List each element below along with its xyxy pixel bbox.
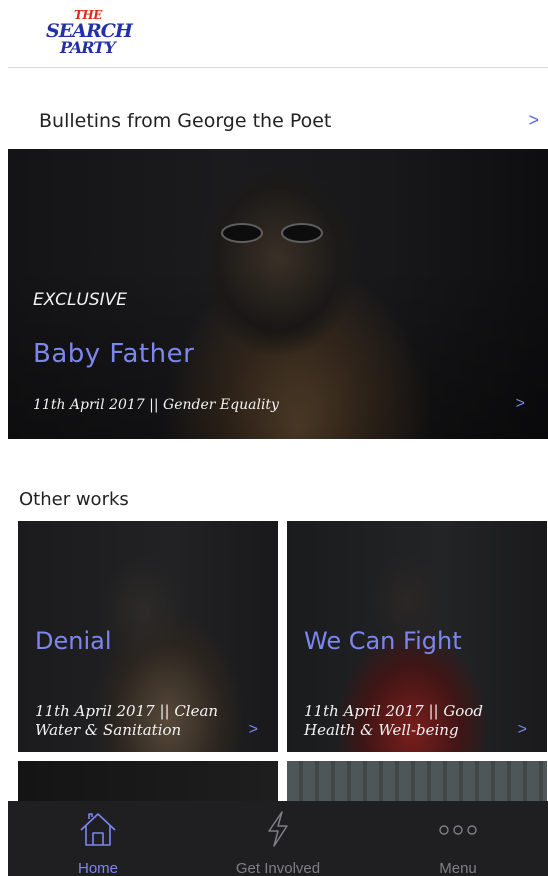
chevron-right-icon[interactable]: > — [528, 110, 539, 131]
work-card-we-can-fight[interactable]: We Can Fight 11th April 2017 || Good Hea… — [287, 521, 547, 752]
exclusive-tag: EXCLUSIVE — [33, 290, 128, 310]
chevron-right-icon[interactable]: > — [518, 721, 527, 739]
app-header: THE SEARCH PARTY — [8, 0, 548, 68]
bottom-tab-bar: Home Get Involved Menu — [8, 801, 548, 876]
tab-menu[interactable]: Menu — [368, 801, 548, 876]
search-party-logo[interactable]: THE SEARCH PARTY — [46, 8, 133, 60]
more-dots-icon — [437, 823, 479, 841]
featured-title: Baby Father — [33, 339, 195, 369]
featured-meta: 11th April 2017 || Gender Equality — [33, 397, 279, 413]
work-card-title: We Can Fight — [304, 627, 462, 655]
other-works-heading: Other works — [19, 489, 129, 510]
home-icon — [78, 809, 118, 854]
work-card-meta: 11th April 2017 || Good Health & Well-be… — [304, 702, 483, 739]
tab-get-involved[interactable]: Get Involved — [188, 801, 368, 876]
logo-text-party: PARTY — [60, 38, 116, 57]
work-card-meta: 11th April 2017 || Clean Water & Sanitat… — [35, 702, 219, 739]
bulletins-heading: Bulletins from George the Poet — [39, 110, 332, 132]
tab-home[interactable]: Home — [8, 801, 188, 876]
bulletins-section-header[interactable]: Bulletins from George the Poet > — [39, 110, 539, 138]
tab-home-label: Home — [77, 860, 118, 876]
work-card-title: Denial — [35, 627, 112, 655]
work-card-denial[interactable]: Denial 11th April 2017 || Clean Water & … — [18, 521, 278, 752]
chevron-right-icon[interactable]: > — [516, 395, 525, 413]
chevron-right-icon[interactable]: > — [249, 721, 258, 739]
featured-bulletin-card[interactable]: EXCLUSIVE Baby Father 11th April 2017 ||… — [8, 149, 548, 439]
lightning-icon — [263, 809, 293, 854]
tab-get-involved-label: Get Involved — [235, 860, 321, 876]
tab-menu-label: Menu — [439, 860, 477, 876]
